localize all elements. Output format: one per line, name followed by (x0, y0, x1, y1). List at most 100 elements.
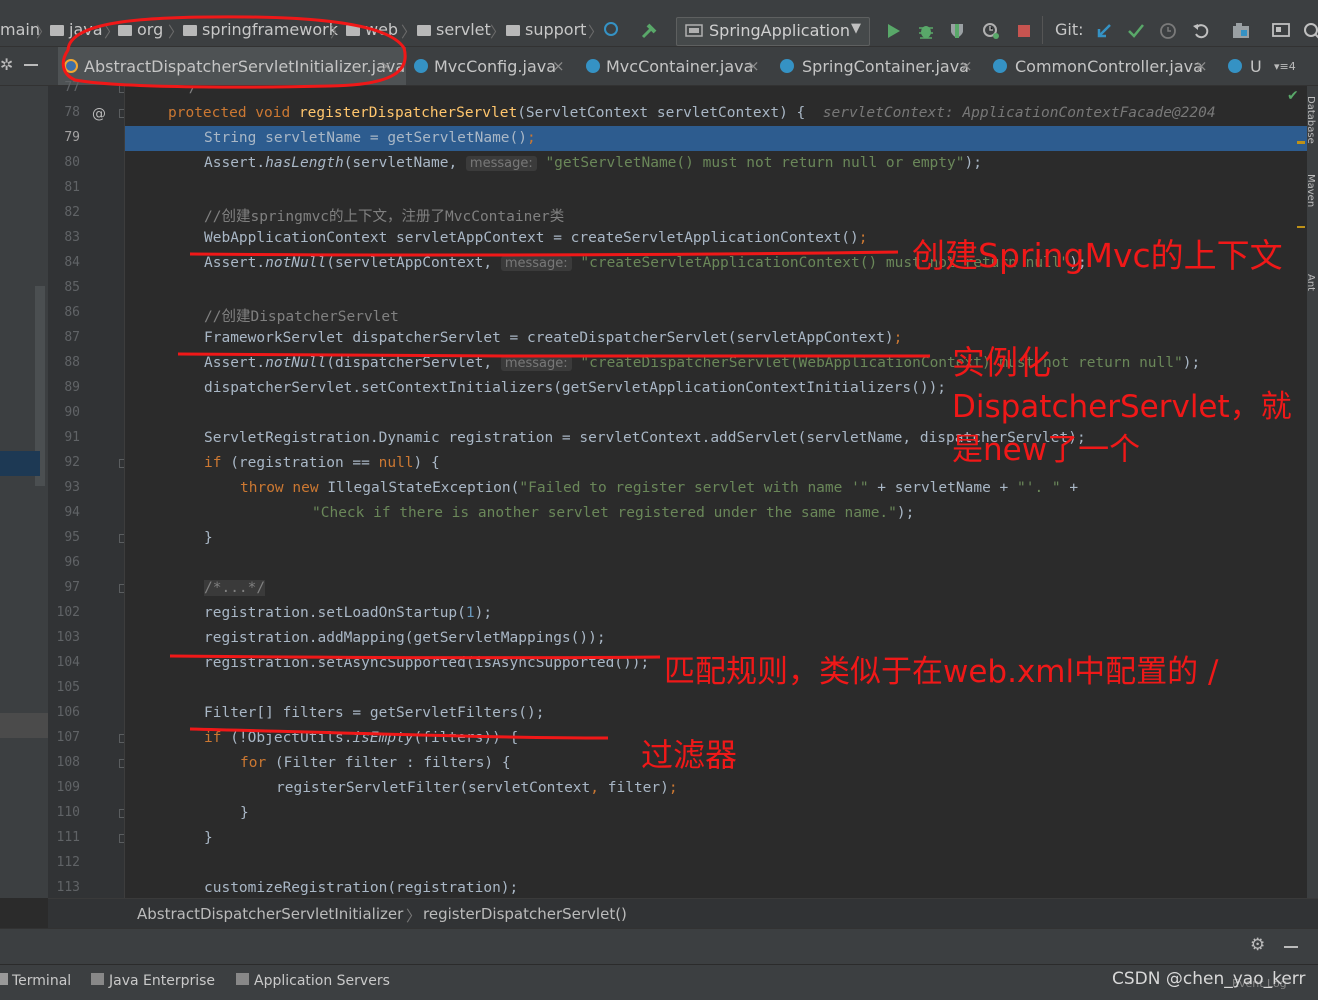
annotation-dispatcher-line1: 实例化 (952, 343, 1051, 382)
stop-icon[interactable] (1015, 22, 1033, 40)
tab-mvc-container[interactable]: MvcContainer.java × (586, 47, 766, 85)
breadcrumb-servlet[interactable]: servlet (417, 20, 491, 39)
line-number[interactable]: 89 (48, 380, 80, 395)
git-update-icon[interactable] (1095, 22, 1113, 40)
search-icon[interactable] (1303, 22, 1318, 40)
minimize-icon[interactable] (1284, 946, 1298, 948)
class-icon[interactable] (604, 22, 618, 36)
override-at-icon[interactable]: @ (92, 106, 106, 122)
line-number[interactable]: 91 (48, 430, 80, 445)
tab-spring-container[interactable]: SpringContainer.java × (780, 47, 980, 85)
minimize-icon[interactable] (24, 64, 38, 66)
tab-overflow-button[interactable]: ▾≡4 (1274, 60, 1296, 73)
line-number[interactable]: 113 (48, 880, 80, 895)
scroll-marker (1297, 141, 1305, 144)
terminal-tab[interactable]: Terminal (0, 973, 71, 989)
line-number[interactable]: 77 (48, 80, 80, 95)
folder-icon (183, 25, 197, 36)
class-icon (414, 59, 428, 73)
breadcrumb-support[interactable]: support (506, 20, 586, 39)
git-rollback-icon[interactable] (1192, 22, 1210, 40)
breadcrumb-main[interactable]: main (0, 20, 40, 39)
line-number[interactable]: 79 (48, 130, 80, 145)
close-icon[interactable]: × (1195, 57, 1208, 75)
settings-gear-icon[interactable]: ⚙ (1250, 935, 1265, 955)
inspection-ok-check-icon[interactable]: ✔ (1287, 88, 1299, 104)
line-number[interactable]: 105 (48, 680, 80, 695)
application-servers-tab[interactable]: Application Servers (236, 973, 390, 989)
line-number[interactable]: 106 (48, 705, 80, 720)
breadcrumb-springframework[interactable]: springframework (183, 20, 338, 39)
toolbar-divider (1042, 16, 1043, 44)
project-tree-row[interactable] (0, 713, 48, 738)
breadcrumb-org[interactable]: org (118, 20, 163, 39)
breadcrumb-java[interactable]: java (50, 20, 103, 39)
line-number[interactable]: 102 (48, 605, 80, 620)
profile-clock-icon[interactable] (982, 22, 1000, 40)
project-tree-selected-row[interactable] (0, 451, 40, 476)
line-number[interactable]: 87 (48, 330, 80, 345)
line-number[interactable]: 109 (48, 780, 80, 795)
breadcrumb-method[interactable]: registerDispatcherServlet() (423, 905, 627, 923)
line-number[interactable]: 88 (48, 355, 80, 370)
close-icon[interactable]: × (380, 57, 393, 75)
code-editor[interactable]: */ protected void registerDispatcherServ… (124, 86, 1307, 898)
presentation-icon[interactable] (1272, 22, 1290, 40)
line-number[interactable]: 104 (48, 655, 80, 670)
breadcrumb-class[interactable]: AbstractDispatcherServletInitializer (137, 905, 403, 923)
tab-common-controller[interactable]: CommonController.java × (993, 47, 1215, 85)
build-hammer-icon[interactable] (640, 22, 658, 40)
breadcrumb-separator: 〉 (490, 23, 506, 41)
settings-gear-icon[interactable]: ✲ (0, 55, 13, 74)
code-line-97-folded[interactable]: /*...*/ (204, 580, 266, 596)
code-line-109: registerServletFilter(servletContext, fi… (276, 780, 678, 796)
coverage-shield-icon[interactable] (948, 22, 966, 40)
line-number[interactable]: 83 (48, 230, 80, 245)
line-number[interactable]: 86 (48, 305, 80, 320)
line-number[interactable]: 97 (48, 580, 80, 595)
breadcrumb-separator: 〉 (406, 907, 422, 925)
tab-abstract-dispatcher-servlet-initializer[interactable]: AbstractDispatcherServletInitializer.jav… (58, 47, 406, 85)
folder-icon (346, 25, 360, 36)
line-number[interactable]: 111 (48, 830, 80, 845)
line-number[interactable]: 94 (48, 505, 80, 520)
tab-mvc-config[interactable]: MvcConfig.java × (414, 47, 574, 85)
tab-label: AbstractDispatcherServletInitializer.jav… (84, 57, 406, 76)
close-icon[interactable]: × (747, 57, 760, 75)
code-line-92: if (registration == null) { (204, 455, 440, 471)
maven-tool-tab[interactable]: Maven (1305, 174, 1316, 207)
line-number[interactable]: 78 (48, 105, 80, 120)
tab-label: MvcContainer.java (606, 57, 754, 76)
run-configuration-select[interactable]: SpringApplication ▼ (676, 17, 870, 46)
debug-bug-icon[interactable] (917, 22, 935, 40)
line-number[interactable]: 92 (48, 455, 80, 470)
java-enterprise-tab[interactable]: Java Enterprise (91, 973, 215, 989)
line-number[interactable]: 90 (48, 405, 80, 420)
line-number[interactable]: 103 (48, 630, 80, 645)
git-commit-check-icon[interactable] (1127, 22, 1145, 40)
git-history-icon[interactable] (1159, 22, 1177, 40)
line-number[interactable]: 112 (48, 855, 80, 870)
line-number[interactable]: 84 (48, 255, 80, 270)
code-line-77: */ (180, 86, 198, 96)
line-number[interactable]: 85 (48, 280, 80, 295)
close-icon[interactable]: × (960, 57, 973, 75)
line-number[interactable]: 107 (48, 730, 80, 745)
line-number[interactable]: 96 (48, 555, 80, 570)
watermark-text: CSDN @chen_yao_kerr (1112, 969, 1306, 989)
line-number[interactable]: 95 (48, 530, 80, 545)
line-number[interactable]: 93 (48, 480, 80, 495)
project-structure-icon[interactable] (1232, 22, 1250, 40)
run-icon[interactable] (884, 22, 902, 40)
line-number[interactable]: 110 (48, 805, 80, 820)
breadcrumb-web[interactable]: web (346, 20, 398, 39)
close-icon[interactable]: × (552, 57, 565, 75)
line-number[interactable]: 108 (48, 755, 80, 770)
database-tool-tab[interactable]: Database (1305, 96, 1316, 144)
ant-tool-tab[interactable]: Ant (1305, 274, 1316, 291)
line-number[interactable]: 82 (48, 205, 80, 220)
line-number[interactable]: 80 (48, 155, 80, 170)
class-icon (1228, 59, 1242, 73)
line-number[interactable]: 81 (48, 180, 80, 195)
tab-truncated[interactable]: U (1228, 47, 1262, 85)
